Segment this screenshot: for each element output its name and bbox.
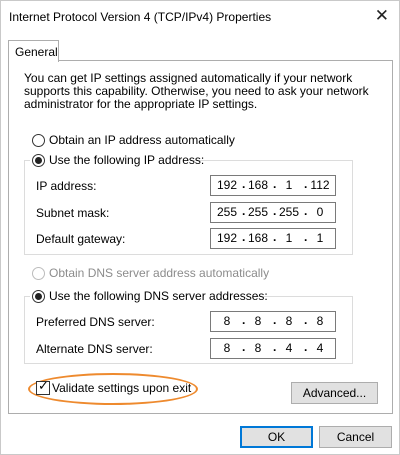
octet-separator: . — [304, 313, 308, 327]
ip-address-field[interactable]: 192 . 168 . 1 . 112 — [210, 175, 336, 196]
preferred-dns-label: Preferred DNS server: — [36, 315, 155, 329]
ip-manual-label[interactable]: Use the following IP address: — [49, 153, 204, 167]
octet-separator: . — [273, 230, 277, 244]
alternate-dns-octet-2: 8 — [254, 341, 262, 355]
subnet-mask-octet-4: 0 — [316, 205, 324, 219]
validate-checkbox[interactable]: ✓ — [36, 378, 50, 395]
dns-manual-option[interactable]: Use the following DNS server addresses: — [30, 288, 268, 304]
ip-manual-radio[interactable] — [32, 154, 45, 167]
ip-auto-label[interactable]: Obtain an IP address automatically — [49, 133, 235, 147]
tab-general[interactable]: General — [8, 40, 59, 62]
preferred-dns-field[interactable]: 8 . 8 . 8 . 8 — [210, 311, 336, 332]
default-gateway-octet-1: 192 — [216, 231, 238, 245]
window-title: Internet Protocol Version 4 (TCP/IPv4) P… — [9, 10, 272, 24]
subnet-mask-field[interactable]: 255 . 255 . 255 . 0 — [210, 202, 336, 223]
ip-auto-radio[interactable] — [32, 134, 45, 147]
octet-separator: . — [242, 340, 246, 354]
ip-address-label: IP address: — [36, 179, 97, 193]
preferred-dns-octet-2: 8 — [254, 314, 262, 328]
octet-separator: . — [304, 204, 308, 218]
octet-separator: . — [273, 177, 277, 191]
octet-separator: . — [273, 313, 277, 327]
dns-auto-radio[interactable] — [32, 267, 45, 280]
title-bar[interactable]: Internet Protocol Version 4 (TCP/IPv4) P… — [1, 1, 399, 33]
preferred-dns-octet-3: 8 — [285, 314, 293, 328]
default-gateway-octet-2: 168 — [247, 231, 269, 245]
validate-label[interactable]: Validate settings upon exit — [52, 381, 191, 395]
default-gateway-octet-4: 1 — [316, 231, 324, 245]
subnet-mask-octet-1: 255 — [216, 205, 238, 219]
ok-button[interactable]: OK — [240, 426, 313, 448]
advanced-button[interactable]: Advanced... — [291, 382, 378, 404]
dialog-window: Internet Protocol Version 4 (TCP/IPv4) P… — [0, 0, 400, 455]
checkmark-icon: ✓ — [38, 378, 49, 393]
ip-manual-option[interactable]: Use the following IP address: — [30, 152, 204, 168]
octet-separator: . — [242, 204, 246, 218]
dns-manual-radio[interactable] — [32, 290, 45, 303]
alternate-dns-octet-1: 8 — [223, 341, 231, 355]
default-gateway-label: Default gateway: — [36, 232, 126, 246]
octet-separator: . — [304, 340, 308, 354]
alternate-dns-label: Alternate DNS server: — [36, 342, 153, 356]
octet-separator: . — [304, 177, 308, 191]
close-icon[interactable]: ✕ — [375, 6, 389, 26]
ip-address-octet-3: 1 — [285, 178, 293, 192]
octet-separator: . — [242, 230, 246, 244]
dns-auto-label[interactable]: Obtain DNS server address automatically — [49, 266, 269, 280]
octet-separator: . — [242, 313, 246, 327]
ip-address-octet-1: 192 — [216, 178, 238, 192]
default-gateway-octet-3: 1 — [285, 231, 293, 245]
default-gateway-field[interactable]: 192 . 168 . 1 . 1 — [210, 228, 336, 249]
dns-manual-label[interactable]: Use the following DNS server addresses: — [49, 289, 268, 303]
octet-separator: . — [242, 177, 246, 191]
subnet-mask-label: Subnet mask: — [36, 206, 110, 220]
alternate-dns-field[interactable]: 8 . 8 . 4 . 4 — [210, 338, 336, 359]
alternate-dns-octet-4: 4 — [316, 341, 324, 355]
description-text: You can get IP settings assigned automat… — [24, 71, 369, 111]
octet-separator: . — [273, 340, 277, 354]
octet-separator: . — [273, 204, 277, 218]
ip-address-octet-4: 112 — [310, 178, 330, 192]
octet-separator: . — [304, 230, 308, 244]
ip-address-octet-2: 168 — [247, 178, 269, 192]
subnet-mask-octet-2: 255 — [247, 205, 269, 219]
alternate-dns-octet-3: 4 — [285, 341, 293, 355]
preferred-dns-octet-4: 8 — [316, 314, 324, 328]
preferred-dns-octet-1: 8 — [223, 314, 231, 328]
subnet-mask-octet-3: 255 — [278, 205, 300, 219]
cancel-button[interactable]: Cancel — [319, 426, 392, 448]
tab-general-label: General — [15, 45, 58, 59]
